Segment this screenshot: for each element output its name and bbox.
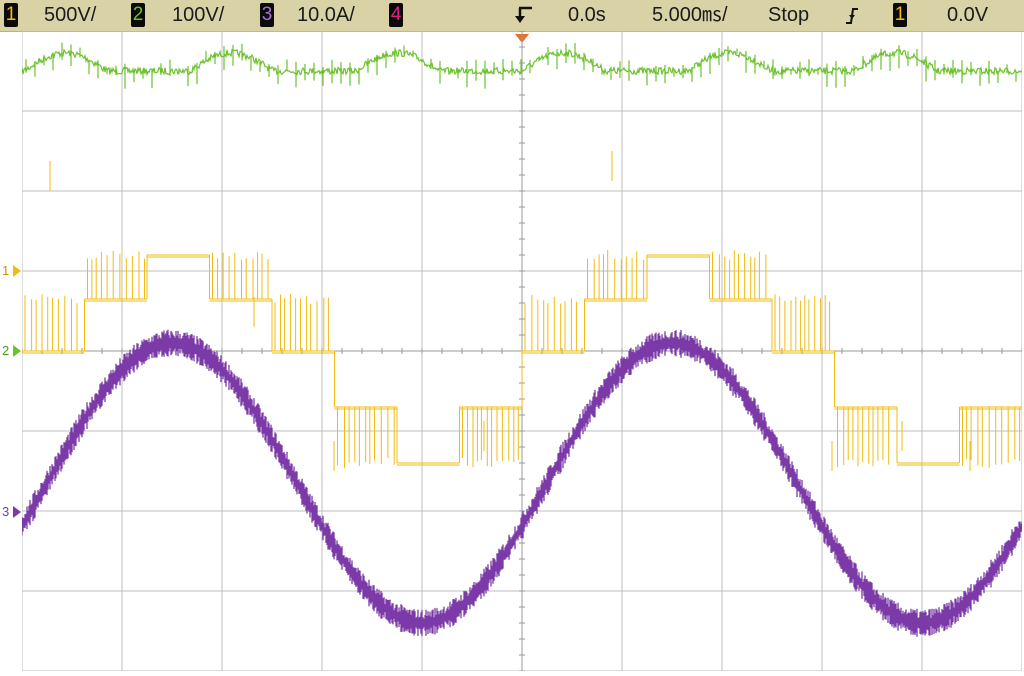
ch2-ground-arrow-icon (13, 345, 21, 357)
ch4-badge[interactable]: 4 (389, 3, 403, 27)
trigger-position-icon (514, 4, 536, 26)
run-state[interactable]: Stop (768, 3, 809, 27)
ch2-ground-label: 2 (2, 343, 10, 358)
time-offset[interactable]: 0.0s (568, 3, 606, 27)
trigger-source-badge[interactable]: 1 (893, 3, 907, 27)
trigger-edge-icon[interactable] (844, 6, 860, 26)
ch3-scale[interactable]: 10.0A/ (297, 3, 355, 27)
ch1-ground-label: 1 (2, 263, 10, 278)
time-scale[interactable]: 5.000㎳/ (652, 3, 728, 27)
ch3-ground-arrow-icon (13, 506, 21, 518)
plot-area (21, 30, 1023, 672)
ch2-scale[interactable]: 100V/ (172, 3, 224, 27)
ch2-badge[interactable]: 2 (131, 3, 145, 27)
status-bar: 1 500V/ 2 100V/ 3 10.0A/ 4 0.0s 5.000㎳/ … (0, 0, 1024, 32)
ch1-scale[interactable]: 500V/ (44, 3, 96, 27)
ch3-ground-label: 3 (2, 504, 10, 519)
ch1-ground-arrow-icon (13, 265, 21, 277)
ch1-badge[interactable]: 1 (4, 3, 18, 27)
trigger-level[interactable]: 0.0V (947, 3, 988, 27)
waveform-display[interactable] (21, 30, 1023, 672)
ch3-badge[interactable]: 3 (260, 3, 274, 27)
